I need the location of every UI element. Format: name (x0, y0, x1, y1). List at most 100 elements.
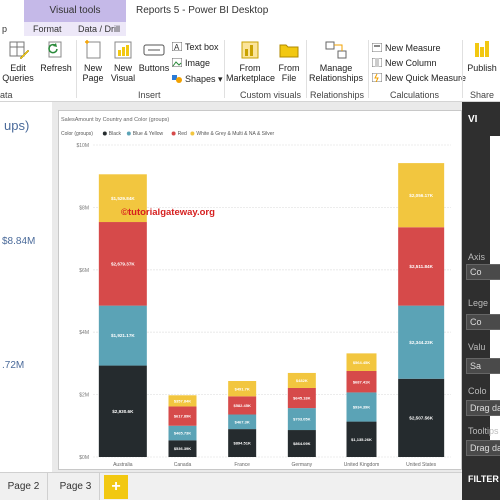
legend-entry-2: Red (178, 131, 187, 137)
manage-relationships-label: Manage (319, 63, 353, 73)
axis-field[interactable]: Co (466, 264, 500, 280)
data-label: $934.39K (353, 405, 370, 410)
data-label: $894.51K (233, 441, 250, 446)
from-file-button[interactable]: From File (276, 39, 302, 83)
new-measure-button[interactable]: New Measure (372, 43, 441, 53)
partial-visual[interactable]: ups) $8.84M .72M (0, 102, 52, 472)
svg-text:A: A (174, 43, 180, 51)
report-canvas: ups) $8.84M .72M SalesAmount by Country … (0, 102, 462, 472)
new-measure-label: New Measure (385, 43, 441, 53)
shapes-label: Shapes (185, 74, 216, 84)
ribbon: Edit Queries ata Refresh New Page New Vi… (0, 36, 500, 102)
data-label: $357.84K (174, 398, 191, 403)
from-file-label: From (278, 63, 300, 73)
watermark-text: ©tutorialgateway.org (121, 207, 215, 218)
from-marketplace-label: From (239, 63, 261, 73)
group-separator (76, 40, 77, 98)
x-tick-label: France (234, 462, 250, 468)
drag-field-well[interactable]: Drag da (466, 400, 500, 416)
data-label: $2,507.56K (409, 415, 433, 420)
buttons-button[interactable]: Buttons (138, 39, 170, 73)
image-label: Image (185, 58, 211, 68)
legend-title: Color (groups) (61, 131, 93, 137)
data-label: $465.73K (174, 431, 191, 436)
manage-relationships-button[interactable]: Manage Relationships (308, 39, 364, 83)
tooltips-field-well[interactable]: Drag da (466, 440, 500, 456)
refresh-button[interactable]: Refresh (40, 39, 72, 73)
new-page-button[interactable]: New Page (80, 39, 106, 83)
tab-page-2[interactable]: Page 2 (0, 473, 48, 500)
stacked-column-chart-visual[interactable]: SalesAmount by Country and Color (groups… (58, 110, 462, 470)
group-label-data: ata (0, 90, 13, 100)
folder-icon (279, 44, 299, 58)
data-label: $467.3K (235, 419, 250, 424)
tab-format[interactable]: Format (33, 24, 62, 34)
legend-marker-0 (102, 131, 107, 136)
partial-visual-value-2: .72M (2, 360, 25, 371)
from-file-label-2: File (281, 73, 297, 83)
publish-label: Publish (467, 63, 497, 73)
table-edit-icon (9, 41, 29, 60)
data-label: $1,921.17K (111, 333, 135, 338)
filters-header[interactable]: FILTER (468, 474, 499, 484)
x-tick-label: Australia (113, 462, 133, 468)
data-label: $645.18K (293, 396, 310, 401)
y-tick-label: $4M (79, 330, 89, 336)
legend-entry-3: White & Grey & Multi & NA & Silver (196, 131, 274, 137)
x-tick-label: United Kingdom (344, 462, 380, 468)
text-box-label: Text box (185, 42, 219, 52)
legend-entry-1: Blue & Yellow (133, 131, 164, 137)
title-bar: Visual tools Reports 5 - Power BI Deskto… (0, 0, 500, 22)
data-label: $2,056.17K (409, 193, 433, 198)
data-label: $491.7K (235, 386, 250, 391)
data-label: $564.45K (353, 360, 370, 365)
legend-entry-0: Black (109, 131, 122, 137)
marketplace-icon (241, 41, 259, 59)
image-button[interactable]: Image (172, 58, 210, 68)
tab-data-drill[interactable]: Data / Drill (78, 24, 120, 34)
x-tick-label: Canada (174, 462, 192, 468)
manage-relationships-label-2: Relationships (308, 73, 364, 83)
legend-field[interactable]: Co (466, 314, 500, 330)
shapes-icon (172, 75, 182, 83)
new-visual-button[interactable]: New Visual (108, 39, 138, 83)
new-visual-label-2: Visual (110, 73, 136, 83)
publish-button[interactable]: Publish (464, 39, 500, 73)
values-label: Valu (468, 342, 486, 352)
group-label-share: Share (470, 90, 495, 100)
tab-page-3[interactable]: Page 3 (52, 473, 100, 500)
data-label: $1,135.26K (351, 437, 372, 442)
partial-visual-title: ups) (4, 118, 30, 133)
data-label: $687.41K (353, 379, 370, 384)
color-saturation-label: Colo (468, 386, 487, 396)
group-label-relationships: Relationships (310, 90, 365, 100)
refresh-label: Refresh (40, 63, 72, 73)
data-label: $2,344.23K (409, 340, 433, 345)
values-field[interactable]: Sa (466, 358, 500, 374)
refresh-icon (48, 41, 62, 58)
text-box-button[interactable]: A Text box (172, 42, 219, 52)
legend-marker-3 (190, 131, 195, 136)
publish-icon (475, 41, 489, 57)
shapes-button[interactable]: Shapes ▾ (172, 74, 223, 85)
tab-partial[interactable]: p (2, 24, 7, 34)
new-column-label: New Column (385, 58, 437, 68)
data-label: $1,529.84K (111, 196, 135, 201)
group-separator (462, 40, 463, 98)
chart-title: SalesAmount by Country and Color (groups… (61, 117, 169, 123)
add-page-button[interactable]: + (104, 475, 128, 499)
partial-visual-value-1: $8.84M (2, 236, 36, 247)
data-label: $703.05K (293, 417, 310, 422)
new-visual-label: New (113, 63, 132, 73)
group-separator (224, 40, 225, 98)
from-marketplace-button[interactable]: From Marketplace (226, 39, 275, 83)
edit-queries-button[interactable]: Edit Queries (0, 39, 36, 83)
group-label-calculations: Calculations (390, 90, 440, 100)
group-label-insert: Insert (138, 90, 161, 100)
new-quick-measure-button[interactable]: New Quick Measure (372, 73, 466, 83)
data-label: $482K (296, 378, 308, 383)
new-column-button[interactable]: New Column (372, 58, 437, 68)
contextual-group-label: Visual tools (49, 5, 101, 16)
power-bi-window: Visual tools Reports 5 - Power BI Deskto… (0, 0, 500, 500)
legend-marker-2 (171, 131, 176, 136)
